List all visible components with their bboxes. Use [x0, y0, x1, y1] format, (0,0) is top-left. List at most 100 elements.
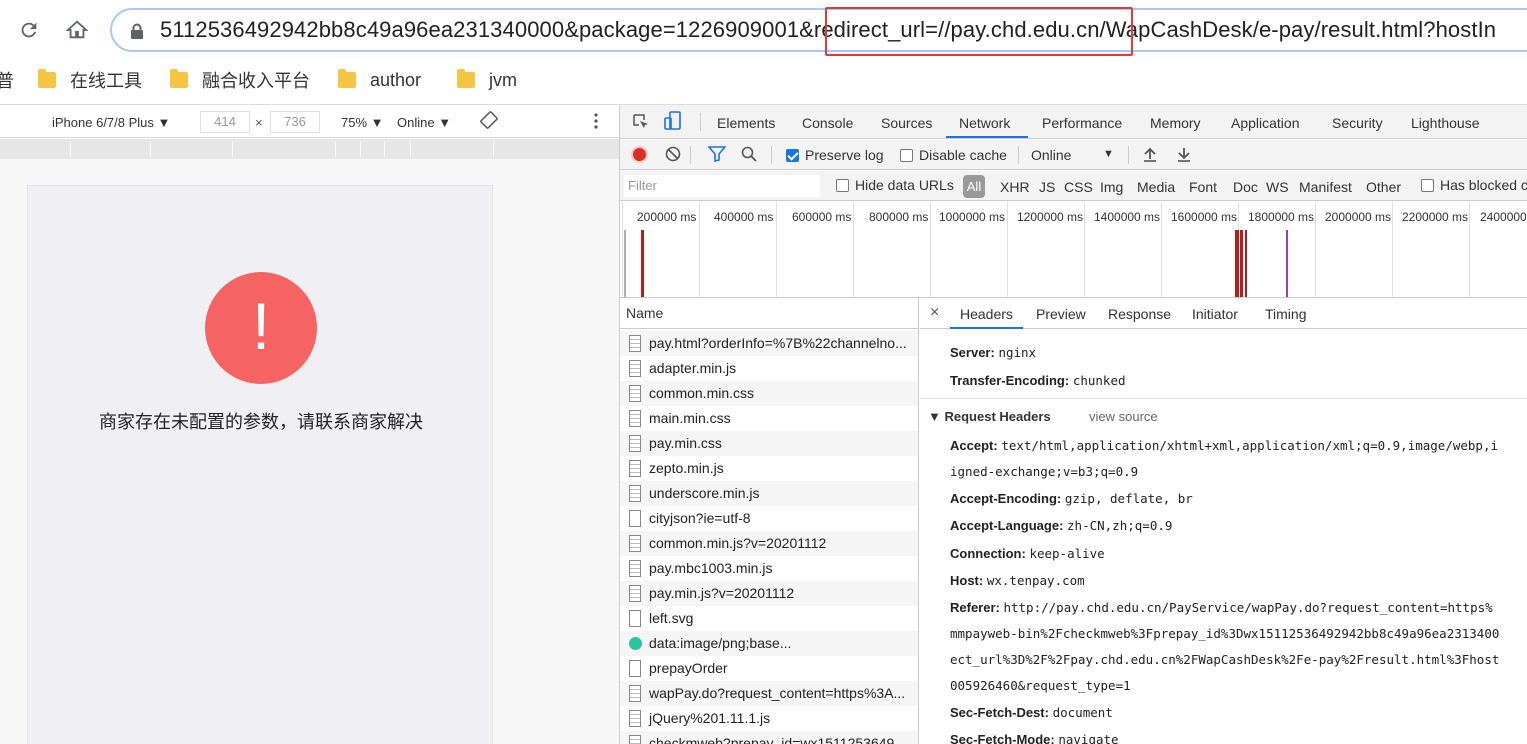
device-select[interactable]: iPhone 6/7/8 Plus ▼ — [52, 115, 170, 130]
request-row[interactable]: pay.mbc1003.min.js — [620, 556, 918, 581]
request-name: cityjson?ie=utf-8 — [649, 510, 751, 526]
request-row[interactable]: zepto.min.js — [620, 456, 918, 481]
type-filter-other[interactable]: Other — [1366, 179, 1401, 195]
request-row[interactable]: common.min.css — [620, 381, 918, 406]
checkbox[interactable] — [900, 149, 913, 162]
header-row: Sec-Fetch-Mode: navigate — [950, 732, 1119, 744]
tab-network[interactable]: Network — [959, 115, 1010, 131]
record-icon[interactable] — [631, 146, 648, 163]
more-icon[interactable] — [592, 111, 600, 134]
timeline-label: 2400000 — [1480, 210, 1527, 224]
request-row[interactable]: jQuery%201.11.1.js — [620, 706, 918, 731]
request-row[interactable]: underscore.min.js — [620, 481, 918, 506]
tab-headers[interactable]: Headers — [960, 306, 1013, 322]
reload-icon[interactable] — [12, 13, 46, 47]
request-row[interactable]: pay.min.css — [620, 431, 918, 456]
request-row[interactable]: left.svg — [620, 606, 918, 631]
checkbox[interactable] — [1421, 179, 1434, 192]
preserve-log-checkbox[interactable]: Preserve log — [786, 147, 884, 163]
type-filter-js[interactable]: JS — [1039, 179, 1055, 195]
folder-icon — [457, 69, 475, 88]
search-icon[interactable] — [741, 146, 757, 165]
export-icon[interactable] — [1176, 146, 1192, 165]
tab-application[interactable]: Application — [1231, 115, 1300, 131]
bookmark-folder[interactable]: author — [338, 68, 421, 92]
network-toolbar: Preserve log Disable cache Online ▼ — [620, 140, 1527, 170]
timeline-label: 1200000 ms — [1017, 210, 1084, 224]
address-bar[interactable]: 5112536492942bb8c49a96ea231340000&packag… — [110, 8, 1527, 52]
header-row: Host: wx.tenpay.com — [950, 573, 1085, 588]
request-row[interactable]: pay.html?orderInfo=%7B%22channelno... — [620, 331, 918, 356]
type-filter-css[interactable]: CSS — [1064, 179, 1093, 195]
times-sign: × — [255, 115, 263, 130]
checkbox[interactable] — [836, 179, 849, 192]
type-filter-manifest[interactable]: Manifest — [1299, 179, 1352, 195]
request-row[interactable]: common.min.js?v=20201112 — [620, 531, 918, 556]
rotate-icon[interactable] — [480, 111, 498, 132]
has-blocked-checkbox[interactable]: Has blocked c — [1421, 177, 1527, 193]
chevron-down-icon[interactable]: ▼ — [1103, 148, 1114, 160]
type-filter-ws[interactable]: WS — [1266, 179, 1289, 195]
file-icon — [629, 510, 641, 527]
header-row: Sec-Fetch-Dest: document — [950, 705, 1113, 720]
request-row[interactable]: pay.min.js?v=20201112 — [620, 581, 918, 606]
type-filter-doc[interactable]: Doc — [1233, 179, 1258, 195]
request-row[interactable]: cityjson?ie=utf-8 — [620, 506, 918, 531]
type-filter-font[interactable]: Font — [1189, 179, 1217, 195]
tab-lighthouse[interactable]: Lighthouse — [1411, 115, 1480, 131]
request-headers-section[interactable]: ▼ Request Headers — [928, 409, 1051, 424]
bookmark-folder[interactable]: 在线工具 — [38, 68, 142, 92]
tab-initiator[interactable]: Initiator — [1192, 306, 1238, 322]
clear-icon[interactable] — [665, 146, 681, 165]
request-row[interactable]: main.min.css — [620, 406, 918, 431]
type-filter-xhr[interactable]: XHR — [1000, 179, 1030, 195]
zoom-select[interactable]: 75% ▼ — [341, 115, 384, 130]
tab-elements[interactable]: Elements — [717, 115, 775, 131]
request-row[interactable]: checkmweb?prepay_id=wx1511253649 — [620, 731, 918, 744]
tab-memory[interactable]: Memory — [1150, 115, 1201, 131]
checkbox-checked[interactable] — [786, 149, 799, 162]
header-key: Host: — [950, 573, 984, 588]
tab-security[interactable]: Security — [1332, 115, 1383, 131]
bookmark-folder[interactable]: jvm — [457, 68, 517, 92]
height-field[interactable]: 736 — [270, 111, 320, 133]
type-filter-all[interactable]: All — [963, 175, 985, 198]
disable-cache-checkbox[interactable]: Disable cache — [900, 147, 1007, 163]
tab-timing[interactable]: Timing — [1265, 306, 1307, 322]
bookmark-item[interactable]: 普 — [0, 68, 14, 92]
inspect-icon[interactable] — [632, 113, 650, 134]
tab-console[interactable]: Console — [802, 115, 853, 131]
width-field[interactable]: 414 — [200, 111, 250, 133]
divider — [700, 113, 701, 131]
tab-sources[interactable]: Sources — [881, 115, 932, 131]
view-source-link[interactable]: view source — [1089, 409, 1158, 424]
request-row[interactable]: data:image/png;base... — [620, 631, 918, 656]
throttling-select[interactable]: Online — [1031, 147, 1071, 163]
network-overview-timeline[interactable]: 200000 ms 400000 ms 600000 ms 800000 ms … — [620, 202, 1527, 298]
request-name: underscore.min.js — [649, 485, 760, 501]
file-icon — [629, 385, 641, 402]
request-name: zepto.min.js — [649, 460, 724, 476]
tab-response[interactable]: Response — [1108, 306, 1171, 322]
request-row[interactable]: adapter.min.js — [620, 356, 918, 381]
import-icon[interactable] — [1142, 146, 1158, 165]
tab-performance[interactable]: Performance — [1042, 115, 1122, 131]
hide-data-urls-checkbox[interactable]: Hide data URLs — [836, 177, 954, 193]
device-toggle-icon[interactable] — [664, 111, 682, 134]
close-icon[interactable]: × — [930, 304, 939, 322]
bookmark-folder[interactable]: 融合收入平台 — [170, 68, 310, 92]
request-row[interactable]: prepayOrder — [620, 656, 918, 681]
name-column-header[interactable]: Name — [620, 298, 918, 329]
type-filter-media[interactable]: Media — [1137, 179, 1175, 195]
request-detail-pane: × Headers Preview Response Initiator Tim… — [920, 298, 1527, 744]
home-icon[interactable] — [60, 13, 94, 47]
timeline-label: 1800000 ms — [1248, 210, 1315, 224]
filter-icon[interactable] — [707, 146, 727, 165]
tab-preview[interactable]: Preview — [1036, 306, 1086, 322]
throttle-select[interactable]: Online ▼ — [397, 115, 451, 130]
request-name: main.min.css — [649, 410, 731, 426]
header-value: chunked — [1072, 373, 1126, 388]
request-row[interactable]: wapPay.do?request_content=https%3A... — [620, 681, 918, 706]
filter-input[interactable]: Filter — [624, 175, 820, 197]
type-filter-img[interactable]: Img — [1100, 179, 1123, 195]
